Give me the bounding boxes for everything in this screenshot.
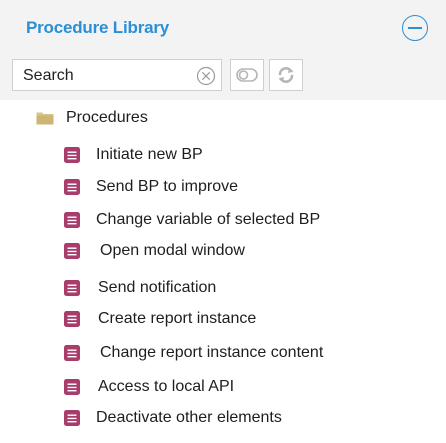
procedure-item-label: Open modal window — [100, 242, 245, 259]
toggle-button[interactable] — [230, 59, 264, 91]
procedure-doc-icon — [64, 243, 80, 259]
procedure-doc-icon — [64, 345, 80, 361]
tree-folder-procedures[interactable]: Procedures — [36, 107, 148, 129]
toggle-icon — [236, 68, 258, 82]
procedure-doc-icon — [64, 311, 80, 327]
search-toolbar — [12, 59, 312, 91]
procedure-doc-icon — [64, 212, 80, 228]
procedure-tree: Procedures Initiate new BP Send BP to imp… — [0, 100, 446, 443]
procedure-item[interactable]: Change report instance content — [64, 341, 323, 365]
procedure-item-label: Send BP to improve — [96, 178, 239, 195]
procedure-item[interactable]: Create report instance — [64, 307, 256, 331]
procedure-doc-icon — [64, 147, 80, 163]
procedure-item-label: Send notification — [98, 279, 217, 296]
procedure-doc-icon — [64, 379, 80, 395]
folder-label: Procedures — [66, 109, 148, 126]
procedure-item[interactable]: Send BP to improve — [64, 175, 238, 199]
procedure-item[interactable]: Change variable of selected BP — [64, 208, 320, 232]
refresh-button[interactable] — [269, 59, 303, 91]
procedure-item-label: Change report instance content — [100, 344, 324, 361]
procedure-item-label: Deactivate other elements — [96, 409, 282, 426]
procedure-item-label: Initiate new BP — [96, 146, 203, 163]
procedure-item-label: Create report instance — [98, 310, 257, 327]
procedure-item[interactable]: Send notification — [64, 276, 216, 300]
procedure-doc-icon — [64, 179, 80, 195]
procedure-library-panel: Procedure Library Search Procedures Init… — [0, 0, 446, 443]
procedure-item-label: Change variable of selected BP — [96, 211, 321, 228]
procedure-item[interactable]: Access to local API — [64, 375, 234, 399]
panel-header: Procedure Library — [0, 0, 446, 56]
search-box — [12, 59, 222, 91]
procedure-item[interactable]: Deactivate other elements — [64, 406, 282, 430]
refresh-icon — [278, 67, 294, 83]
clear-search-icon[interactable] — [196, 66, 216, 86]
procedure-item[interactable]: Initiate new BP — [64, 143, 203, 167]
panel-title: Procedure Library — [26, 18, 170, 37]
procedure-item[interactable]: Open modal window — [64, 239, 245, 263]
procedure-doc-icon — [64, 280, 80, 296]
collapse-icon[interactable] — [402, 15, 428, 41]
procedure-doc-icon — [64, 410, 80, 426]
procedure-item-label: Access to local API — [98, 378, 235, 395]
folder-icon — [36, 112, 54, 125]
search-input[interactable] — [23, 65, 188, 87]
